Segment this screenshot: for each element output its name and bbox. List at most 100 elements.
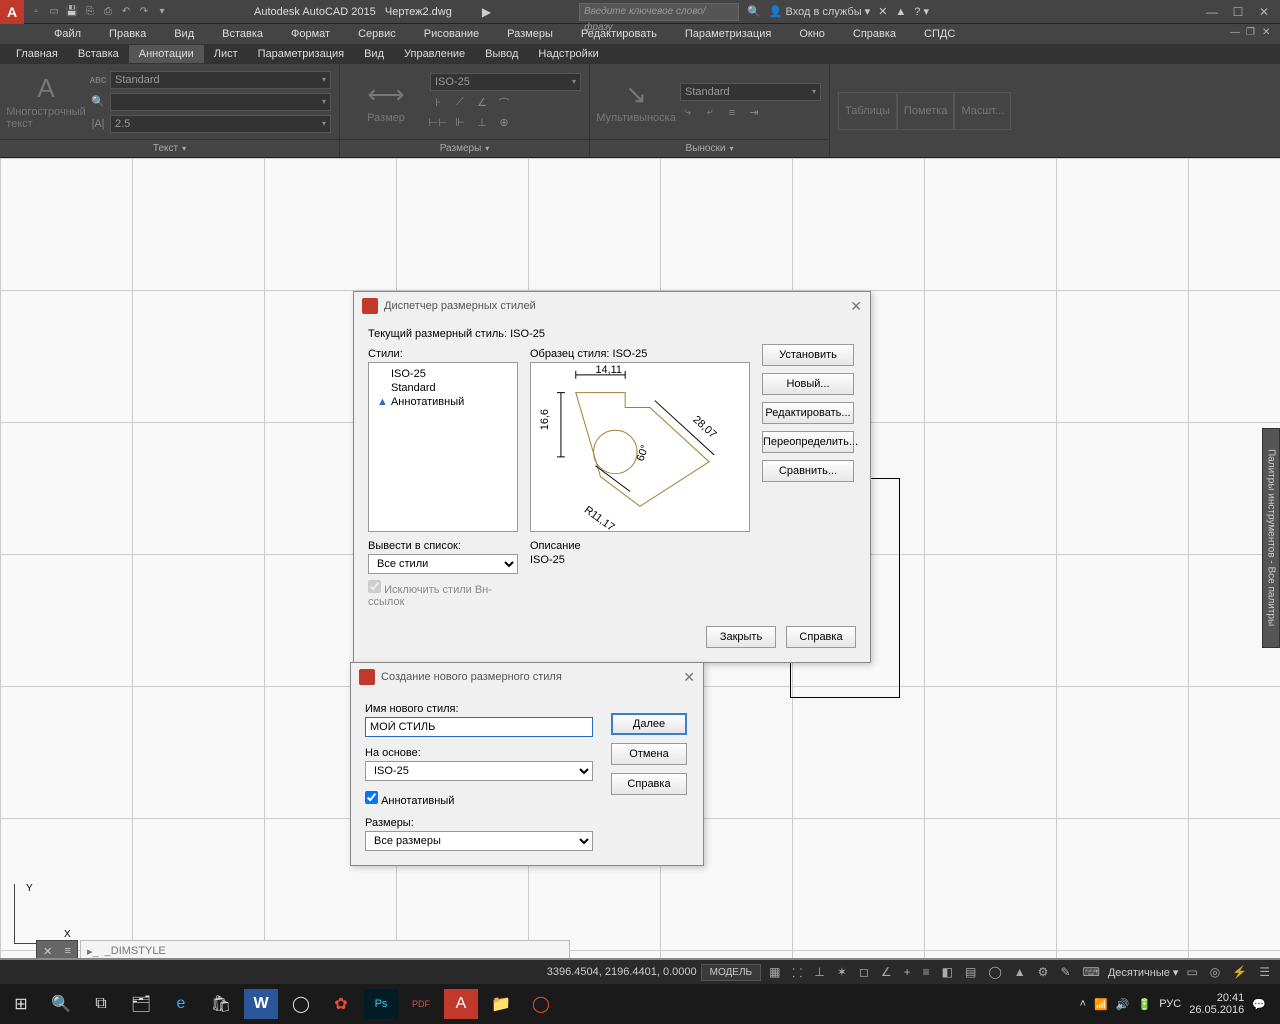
save-icon[interactable]: 💾: [64, 4, 80, 20]
menu-help[interactable]: Справка: [839, 28, 910, 40]
dim-angular-icon[interactable]: ∠: [474, 95, 490, 111]
undo-icon[interactable]: ↶: [118, 4, 134, 20]
dimension-button[interactable]: ⟷Размер: [348, 79, 424, 124]
ortho-icon[interactable]: ⊥: [810, 965, 828, 979]
otrack-icon[interactable]: ∠: [877, 965, 896, 979]
leader-collect-icon[interactable]: ⇥: [746, 105, 762, 121]
new-name-input[interactable]: [365, 717, 593, 737]
new-icon[interactable]: ▫: [28, 4, 44, 20]
findtext-icon[interactable]: 🔍: [90, 94, 106, 110]
saveas-icon[interactable]: ⎘: [82, 4, 98, 20]
panel-dim-label[interactable]: Размеры: [340, 139, 589, 157]
tab-home[interactable]: Главная: [6, 45, 68, 63]
modelspace-toggle[interactable]: МОДЕЛЬ: [701, 964, 761, 981]
units-label[interactable]: Десятичные ▾: [1108, 966, 1179, 979]
close-button[interactable]: ✕: [1254, 5, 1274, 19]
tab-output[interactable]: Вывод: [475, 45, 528, 63]
dim-style-dropdown[interactable]: ISO-25: [430, 73, 581, 91]
open-icon[interactable]: ▭: [46, 4, 62, 20]
text-style-dropdown[interactable]: Standard: [110, 71, 331, 89]
close-dialog-button[interactable]: Закрыть: [706, 626, 776, 648]
dim-linear-icon[interactable]: ⊦: [430, 95, 446, 111]
search-icon[interactable]: 🔍: [747, 5, 761, 18]
chrome-icon[interactable]: ◯: [284, 989, 318, 1019]
menu-dimension[interactable]: Размеры: [493, 28, 567, 40]
menu-edit[interactable]: Правка: [95, 28, 160, 40]
annoscale-icon[interactable]: ▲: [1010, 965, 1030, 979]
menu-format[interactable]: Формат: [277, 28, 344, 40]
mleader-button[interactable]: ↘Мультивыноска: [598, 79, 674, 124]
menu-modify[interactable]: Редактировать: [567, 28, 671, 40]
tab-annotate[interactable]: Аннотации: [129, 45, 204, 63]
taskview-icon[interactable]: ⧉: [84, 989, 118, 1019]
dialog2-close-icon[interactable]: ✕: [683, 669, 695, 686]
plot-icon[interactable]: ⎙: [100, 4, 116, 20]
dim-aligned-icon[interactable]: ⟋: [452, 95, 468, 111]
network-icon[interactable]: 📶: [1094, 998, 1108, 1011]
leader-remove-icon[interactable]: ⤶: [702, 105, 718, 121]
opera-icon[interactable]: ◯: [524, 989, 558, 1019]
continue-button[interactable]: Далее: [611, 713, 687, 735]
styles-listbox[interactable]: ISO-25 Standard ▲ Аннотативный: [368, 362, 518, 532]
modify-button[interactable]: Редактировать...: [762, 402, 854, 424]
panel-lead-label[interactable]: Выноски: [590, 139, 829, 157]
tab-parametric[interactable]: Параметризация: [248, 45, 354, 63]
dialog1-close-icon[interactable]: ✕: [850, 298, 862, 315]
dim-continue-icon[interactable]: ⊢⊢: [430, 115, 446, 131]
polar-icon[interactable]: ✶: [833, 965, 851, 979]
menu-view[interactable]: Вид: [160, 28, 208, 40]
start-button[interactable]: ⊞: [4, 989, 38, 1019]
scale-button[interactable]: Масшт...: [954, 92, 1011, 130]
hw-icon[interactable]: ⚡: [1228, 965, 1251, 979]
menu-window[interactable]: Окно: [785, 28, 839, 40]
help2-button[interactable]: Справка: [611, 773, 687, 795]
style-item-annotative[interactable]: ▲ Аннотативный: [377, 395, 509, 409]
language-indicator[interactable]: РУС: [1159, 998, 1181, 1010]
signin-button[interactable]: 👤 Вход в службы ▾: [769, 5, 870, 18]
tray-chevron-icon[interactable]: ˄: [1080, 998, 1086, 1010]
battery-icon[interactable]: 🔋: [1138, 998, 1152, 1011]
pdf-icon[interactable]: PDF: [404, 989, 438, 1019]
panel-text-label[interactable]: Текст: [0, 139, 339, 157]
action-center-icon[interactable]: 💬: [1252, 998, 1266, 1011]
menu-spds[interactable]: СПДС: [910, 28, 969, 40]
leader-align-icon[interactable]: ≡: [724, 105, 740, 121]
set-current-button[interactable]: Установить: [762, 344, 854, 366]
tab-insert[interactable]: Вставка: [68, 45, 129, 63]
qp-icon[interactable]: ▤: [961, 965, 980, 979]
exchange-icon[interactable]: ✕: [878, 5, 887, 18]
ws-icon[interactable]: ⚙: [1034, 965, 1053, 979]
transparency-icon[interactable]: ◧: [938, 965, 957, 979]
clock[interactable]: 20:4126.05.2016: [1189, 992, 1244, 1016]
dim-ordinate-icon[interactable]: ⊥: [474, 115, 490, 131]
dialog1-titlebar[interactable]: Диспетчер размерных стилей ✕: [354, 292, 870, 320]
style-item[interactable]: Standard: [377, 381, 509, 395]
grid-icon[interactable]: ▦: [765, 965, 784, 979]
annomon-icon[interactable]: ✎: [1056, 965, 1074, 979]
maximize-button[interactable]: ☐: [1228, 5, 1248, 19]
tab-addins[interactable]: Надстройки: [528, 45, 608, 63]
tab-manage[interactable]: Управление: [394, 45, 475, 63]
qat-more-icon[interactable]: ▾: [154, 4, 170, 20]
lwt-icon[interactable]: ≡: [919, 965, 934, 979]
word-icon[interactable]: W: [244, 989, 278, 1019]
new-button[interactable]: Новый...: [762, 373, 854, 395]
base-style-select[interactable]: ISO-25: [365, 761, 593, 781]
edge-icon[interactable]: e: [164, 989, 198, 1019]
dyn-icon[interactable]: +: [900, 965, 915, 979]
dim-tolerance-icon[interactable]: ⊕: [496, 115, 512, 131]
redo-icon[interactable]: ↷: [136, 4, 152, 20]
markup-button[interactable]: Пометка: [897, 92, 955, 130]
units-icon[interactable]: ⌨: [1079, 965, 1104, 979]
menu-tools[interactable]: Сервис: [344, 28, 410, 40]
help-icon[interactable]: ? ▾: [914, 5, 929, 18]
search-taskbar-icon[interactable]: 🔍: [44, 989, 78, 1019]
dim-arc-icon[interactable]: ⌒: [496, 95, 512, 111]
autodesk360-icon[interactable]: ▲: [895, 6, 906, 18]
doc-minimize-icon[interactable]: —: [1230, 27, 1244, 41]
text-find-input[interactable]: [110, 93, 331, 111]
doc-restore-icon[interactable]: ❐: [1246, 27, 1260, 41]
volume-icon[interactable]: 🔊: [1116, 998, 1130, 1011]
leader-add-icon[interactable]: ⤷: [680, 105, 696, 121]
app-logo[interactable]: A: [0, 0, 24, 24]
